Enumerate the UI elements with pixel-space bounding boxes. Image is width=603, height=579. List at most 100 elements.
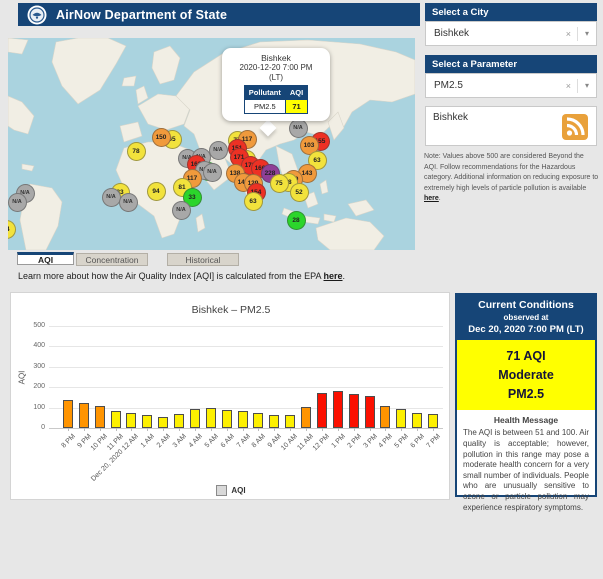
health-message-title: Health Message [457, 415, 595, 425]
current-conditions-header: Current Conditions observed at Dec 20, 2… [457, 295, 595, 340]
aqi-marker[interactable]: 75 [270, 174, 289, 193]
x-tick [354, 428, 355, 431]
learn-more-prefix: Learn more about how the Air Quality Ind… [18, 271, 324, 281]
aqi-bar[interactable] [380, 406, 390, 428]
x-tick [243, 428, 244, 431]
state-department-seal-icon [27, 5, 47, 25]
observed-datetime: Dec 20, 2020 7:00 PM (LT) [459, 324, 593, 335]
city-select-value: Bishkek [434, 28, 560, 39]
current-conditions-title: Current Conditions [459, 299, 593, 311]
observed-at-label: observed at [459, 313, 593, 322]
aqi-bar[interactable] [63, 400, 73, 428]
aqi-marker[interactable]: N/A [289, 119, 308, 138]
parameter-chevron-down-icon[interactable]: ▾ [578, 81, 596, 90]
city-clear-icon[interactable]: × [560, 29, 577, 39]
parameter-select[interactable]: PM2.5 × ▾ [425, 73, 597, 98]
legend-label: AQI [231, 486, 245, 495]
aqi-bar[interactable] [238, 411, 248, 428]
aqi-marker[interactable]: 150 [152, 128, 171, 147]
parameter-clear-icon[interactable]: × [560, 81, 577, 91]
city-chevron-down-icon[interactable]: ▾ [578, 29, 596, 38]
aqi-marker[interactable]: 28 [287, 211, 306, 230]
aqi-bar[interactable] [349, 394, 359, 428]
x-tick [211, 428, 212, 431]
app-title: AirNow Department of State [56, 8, 227, 22]
tab-aqi[interactable]: AQI [17, 252, 74, 265]
chart-title: Bishkek – PM2.5 [11, 304, 451, 316]
aqi-bar[interactable] [317, 393, 327, 428]
popup-pollutant-header: Pollutant [244, 86, 285, 100]
aqi-bar[interactable] [412, 413, 422, 428]
aqi-bar[interactable] [333, 391, 343, 428]
aqi-bar[interactable] [365, 396, 375, 428]
note-here-link[interactable]: here [424, 195, 439, 202]
aqi-bar[interactable] [285, 415, 295, 428]
rss-city-label: Bishkek [433, 112, 468, 123]
tab-historical[interactable]: Historical [167, 253, 239, 266]
aqi-marker[interactable]: 94 [147, 182, 166, 201]
note-text: Note: Values above 500 are considered Be… [424, 153, 598, 192]
aqi-bar[interactable] [206, 408, 216, 428]
health-message-text: The AQI is between 51 and 100. Air quali… [457, 425, 595, 516]
x-tick [163, 428, 164, 431]
learn-more-text: Learn more about how the Air Quality Ind… [18, 271, 345, 281]
aqi-bar[interactable] [253, 413, 263, 428]
select-city-header: Select a City [425, 3, 597, 21]
aqi-marker[interactable]: N/A [102, 188, 121, 207]
chart-plot-area [49, 326, 443, 428]
aqi-marker[interactable]: 52 [290, 183, 309, 202]
aqi-bar[interactable] [126, 413, 136, 428]
aqi-marker[interactable]: N/A [203, 163, 222, 182]
current-aqi-category: Moderate [459, 366, 593, 385]
aqi-bar[interactable] [79, 403, 89, 428]
chart-gridline [49, 346, 443, 347]
aqi-bar[interactable] [269, 415, 279, 428]
aqi-bar[interactable] [95, 406, 105, 428]
aqi-bar[interactable] [222, 410, 232, 428]
x-tick [131, 428, 132, 431]
aqi-bar[interactable] [396, 409, 406, 428]
x-tick [116, 428, 117, 431]
aqi-bar[interactable] [301, 407, 311, 428]
aqi-marker[interactable]: 78 [127, 142, 146, 161]
city-select[interactable]: Bishkek × ▾ [425, 21, 597, 46]
aqi-marker[interactable]: N/A [8, 193, 27, 212]
rss-feed-box: Bishkek [425, 106, 597, 146]
tab-concentration[interactable]: Concentration [76, 253, 148, 266]
parameter-select-value: PM2.5 [434, 80, 560, 91]
aqi-bar[interactable] [428, 414, 438, 428]
x-tick [179, 428, 180, 431]
rss-icon[interactable] [562, 114, 588, 140]
aqi-marker[interactable]: N/A [172, 201, 191, 220]
x-tick [370, 428, 371, 431]
world-map[interactable]: 6515078N/AN/A5483N/AN/A94N/AN/AN/A16221N… [8, 38, 415, 250]
aqi-marker[interactable]: 63 [244, 192, 263, 211]
x-tick [433, 428, 434, 431]
chart-legend: AQI [11, 485, 451, 496]
current-aqi-value: 71 AQI [459, 347, 593, 366]
legend-swatch [216, 485, 227, 496]
aqi-bar[interactable] [111, 411, 121, 428]
x-tick [322, 428, 323, 431]
aqi-bar[interactable] [158, 417, 168, 428]
y-tick-label: 500 [15, 322, 45, 329]
popup-aqi-value: 71 [285, 100, 307, 114]
y-tick-label: 200 [15, 383, 45, 390]
current-aqi-block: 71 AQI Moderate PM2.5 [457, 340, 595, 410]
epa-here-link[interactable]: here [324, 271, 343, 281]
aqi-marker[interactable]: N/A [209, 141, 228, 160]
popup-lt: (LT) [227, 73, 325, 83]
select-parameter-header: Select a Parameter [425, 55, 597, 73]
current-aqi-pollutant: PM2.5 [459, 385, 593, 404]
aqi-bar[interactable] [190, 409, 200, 428]
aqi-bar[interactable] [142, 415, 152, 428]
x-tick [417, 428, 418, 431]
aqi-bar[interactable] [174, 414, 184, 428]
x-tick [274, 428, 275, 431]
x-tick [68, 428, 69, 431]
current-conditions-panel: Current Conditions observed at Dec 20, 2… [455, 293, 597, 497]
x-tick [258, 428, 259, 431]
aqi-marker[interactable]: N/A [119, 193, 138, 212]
popup-aqi-table: Pollutant AQI PM2.5 71 [244, 85, 308, 114]
y-tick-label: 0 [15, 424, 45, 431]
